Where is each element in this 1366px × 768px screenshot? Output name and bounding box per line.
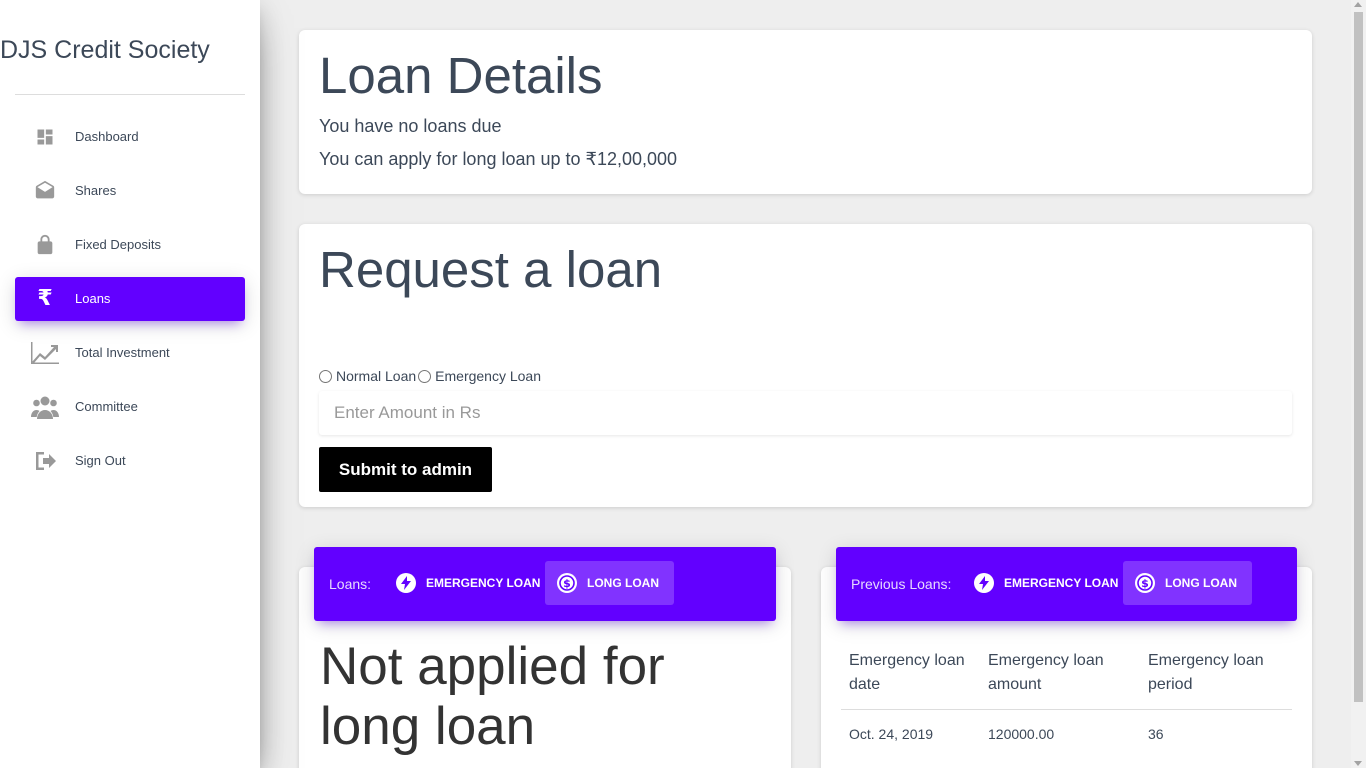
sidebar-item-label: Sign Out: [75, 453, 126, 468]
sidebar-item-label: Fixed Deposits: [75, 237, 161, 252]
tab-label: EMERGENCY LOAN: [1004, 576, 1119, 590]
sidebar-item-sign-out[interactable]: Sign Out: [15, 439, 245, 483]
sign-out-icon: [31, 449, 59, 473]
trending-up-icon: [31, 341, 59, 365]
loans-due-text: You have no loans due: [319, 116, 502, 136]
sidebar-item-label: Committee: [75, 399, 138, 414]
column-header: Emergency loan amount: [980, 637, 1140, 710]
loan-limit-text: You can apply for long loan up to ₹12,00…: [319, 149, 678, 169]
lock-icon: [31, 233, 59, 257]
tab-long-loan[interactable]: $ LONG LOAN: [545, 561, 674, 605]
previous-loans-table: Emergency loan date Emergency loan amoun…: [841, 637, 1292, 758]
dollar-icon: $: [1135, 573, 1155, 593]
amount-input[interactable]: [319, 391, 1292, 435]
table-row: Oct. 24, 2019 120000.00 36: [841, 710, 1292, 759]
tab-label: EMERGENCY LOAN: [426, 576, 541, 590]
svg-text:$: $: [563, 577, 571, 590]
sidebar-item-fixed-deposits[interactable]: Fixed Deposits: [15, 223, 245, 267]
sidebar-item-dashboard[interactable]: Dashboard: [15, 115, 245, 159]
tab-emergency-loan[interactable]: EMERGENCY LOAN: [962, 561, 1133, 605]
loans-tab-header: Loans: EMERGENCY LOAN $ LONG LOAN: [314, 547, 776, 621]
table-header-row: Emergency loan date Emergency loan amoun…: [841, 637, 1292, 710]
sidebar-item-label: Loans: [75, 291, 111, 306]
loan-type-options: Normal Loan Emergency Loan: [318, 368, 541, 384]
loans-tab-title: Loans:: [329, 576, 372, 592]
scroll-up-icon[interactable]: [1354, 2, 1362, 7]
tab-label: LONG LOAN: [587, 576, 659, 590]
scroll-down-icon[interactable]: [1354, 761, 1362, 766]
request-title: Request a loan: [319, 241, 663, 298]
sidebar-item-committee[interactable]: Committee: [15, 385, 245, 429]
divider: [15, 94, 245, 95]
drafts-icon: [31, 179, 59, 203]
column-header: Emergency loan date: [841, 637, 980, 710]
loan-status-message: Not applied for long loan: [320, 637, 665, 756]
scrollbar-thumb[interactable]: [1354, 12, 1363, 702]
flash-icon: [396, 573, 416, 593]
emergency-loan-radio[interactable]: [418, 369, 432, 383]
tab-long-loan[interactable]: $ LONG LOAN: [1123, 561, 1252, 605]
table-cell: 120000.00: [988, 726, 1055, 742]
dollar-icon: $: [557, 573, 577, 593]
table-cell: 36: [1148, 726, 1164, 742]
sidebar-item-total-investment[interactable]: Total Investment: [15, 331, 245, 375]
sidebar: DJS Credit Society Dashboard Shares Fixe…: [0, 0, 260, 768]
previous-loans-tab-title: Previous Loans:: [851, 576, 952, 592]
brand-title[interactable]: DJS Credit Society: [0, 36, 210, 65]
submit-button[interactable]: Submit to admin: [319, 447, 492, 492]
page-scrollbar[interactable]: [1351, 0, 1366, 768]
flash-icon: [974, 573, 994, 593]
sidebar-item-label: Total Investment: [75, 345, 170, 360]
dashboard-icon: [31, 125, 59, 149]
previous-loans-tab-header: Previous Loans: EMERGENCY LOAN $ LONG LO…: [836, 547, 1297, 621]
tab-emergency-loan[interactable]: EMERGENCY LOAN: [384, 561, 555, 605]
group-icon: [31, 395, 59, 419]
svg-text:$: $: [1141, 577, 1149, 590]
page-title: Loan Details: [319, 47, 603, 104]
emergency-loan-label: Emergency Loan: [435, 368, 541, 384]
loan-details-card: Loan Details You have no loans due You c…: [299, 30, 1312, 194]
sidebar-nav: Dashboard Shares Fixed Deposits ₹ Loans …: [15, 115, 245, 493]
sidebar-item-loans[interactable]: ₹ Loans: [15, 277, 245, 321]
table-cell: Oct. 24, 2019: [849, 726, 934, 742]
sidebar-item-label: Dashboard: [75, 129, 139, 144]
sidebar-item-label: Shares: [75, 183, 117, 198]
tab-label: LONG LOAN: [1165, 576, 1237, 590]
sidebar-item-shares[interactable]: Shares: [15, 169, 245, 213]
normal-loan-label: Normal Loan: [336, 368, 417, 384]
rupee-icon: ₹: [37, 286, 53, 311]
request-loan-card: Request a loan Normal Loan Emergency Loa…: [299, 224, 1312, 507]
normal-loan-radio[interactable]: [319, 369, 332, 383]
column-header: Emergency loan period: [1140, 637, 1292, 710]
